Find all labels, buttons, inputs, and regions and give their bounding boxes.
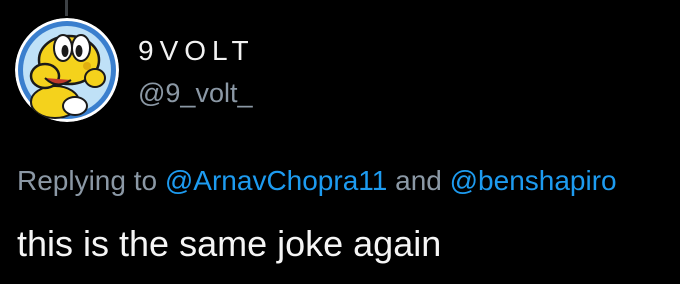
koopa-troopa-avatar-icon <box>15 18 119 122</box>
user-handle[interactable]: @9_volt_ <box>138 80 252 107</box>
mention-link[interactable]: @benshapiro <box>450 165 617 196</box>
mention-link[interactable]: @ArnavChopra11 <box>165 165 387 196</box>
tweet-text: this is the same joke again <box>17 223 442 264</box>
replying-to-line: Replying to @ArnavChopra11 and @benshapi… <box>17 167 617 195</box>
avatar[interactable] <box>15 18 119 122</box>
thread-connector-line <box>65 0 68 16</box>
replying-to-joiner: and <box>395 165 442 196</box>
display-name[interactable]: 9VOLT <box>138 37 255 65</box>
replying-to-label: Replying to <box>17 165 158 196</box>
